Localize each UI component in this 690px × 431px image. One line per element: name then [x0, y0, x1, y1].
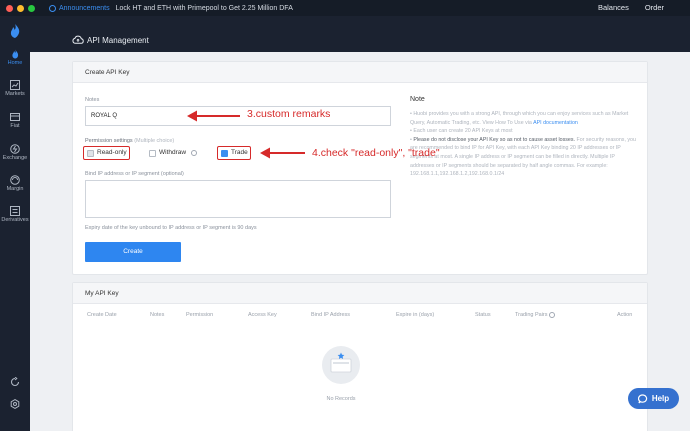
sidebar-item-label: Exchange: [2, 155, 28, 161]
note-body: • Huobi provides you with a strong API, …: [410, 110, 638, 179]
window-controls: [6, 4, 35, 12]
markets-icon: [10, 80, 20, 90]
arrow-left-icon: [260, 147, 305, 159]
my-api-key-card: My API Key Create Date Notes Permission …: [72, 282, 648, 431]
note-text: Each user can create 20 API Keys at most: [413, 128, 513, 135]
note-item: • Please do not disclose your API Key so…: [410, 136, 636, 178]
announcements-link[interactable]: Announcements: [59, 5, 110, 12]
bind-ip-input[interactable]: [85, 180, 391, 218]
read-only-highlight: [83, 146, 130, 160]
page-header: API Management: [30, 16, 690, 52]
home-icon: [12, 49, 19, 59]
announcement-icon: [49, 4, 56, 12]
column-header: Trading Pairs: [515, 312, 548, 318]
page-title: API Management: [87, 36, 149, 45]
create-api-key-card: Create API Key Notes ROYAL Q Permission …: [72, 61, 648, 275]
sidebar: Home Markets Fiat Exchange Margin Deriva…: [0, 16, 30, 431]
help-button[interactable]: Help: [628, 388, 679, 409]
column-header: Bind IP Address: [311, 312, 351, 318]
order-link[interactable]: Order: [645, 3, 664, 12]
withdraw-label[interactable]: Withdraw: [159, 149, 186, 156]
sidebar-item-margin[interactable]: Margin: [0, 175, 30, 192]
api-documentation-link[interactable]: API documentation: [533, 120, 578, 126]
note-item: • Each user can create 20 API Keys at mo…: [410, 128, 513, 135]
create-button[interactable]: Create: [85, 242, 181, 262]
note-warning: Please do not disclose your API Key so a…: [413, 136, 575, 143]
notes-label: Notes: [85, 97, 100, 103]
permission-label-text: Permission settings: [85, 138, 133, 144]
exchange-icon: [10, 144, 20, 154]
info-icon[interactable]: [191, 150, 197, 156]
main-content: Create API Key Notes ROYAL Q Permission …: [30, 52, 690, 431]
settings-button[interactable]: [0, 399, 30, 409]
column-header: Status: [475, 312, 491, 318]
permission-label: Permission settings (Multiple choice): [85, 138, 174, 144]
sidebar-item-label: Derivatives: [1, 217, 29, 223]
sidebar-item-label: Markets: [5, 91, 25, 97]
column-header: Notes: [150, 312, 165, 318]
column-header: Access Key: [248, 312, 277, 318]
arrow-left-icon: [187, 110, 240, 122]
check-annotation: 4.check "read-only", "trade": [312, 147, 440, 159]
announcement-text[interactable]: Lock HT and ETH with Primepool to Get 2.…: [116, 5, 293, 12]
empty-box-icon: [322, 346, 360, 384]
margin-icon: [10, 175, 20, 185]
sidebar-item-markets[interactable]: Markets: [0, 80, 30, 97]
sidebar-item-derivatives[interactable]: Derivatives: [0, 206, 30, 223]
derivatives-icon: [10, 206, 20, 216]
chat-icon: [637, 393, 647, 403]
note-title: Note: [410, 96, 425, 103]
sidebar-item-home[interactable]: Home: [0, 49, 30, 66]
balances-link[interactable]: Balances: [598, 3, 629, 12]
minimize-window-button[interactable]: [17, 4, 24, 12]
remarks-annotation: 3.custom remarks: [247, 108, 331, 120]
refresh-button[interactable]: [0, 377, 30, 387]
permission-hint: (Multiple choice): [134, 138, 175, 144]
column-header: Expire in (days): [396, 312, 435, 318]
trade-highlight: [217, 146, 251, 160]
expiry-hint: Expiry date of the key unbound to IP add…: [85, 225, 257, 231]
info-icon[interactable]: [549, 312, 555, 318]
sidebar-item-label: Margin: [6, 186, 24, 192]
sidebar-item-label: Home: [7, 60, 23, 66]
card-title: Create API Key: [73, 62, 647, 83]
withdraw-checkbox[interactable]: [149, 150, 156, 157]
sidebar-item-fiat[interactable]: Fiat: [0, 112, 30, 129]
column-header: Action: [617, 312, 633, 318]
table-header: Create Date Notes Permission Access Key …: [73, 312, 649, 322]
cloud-icon: [72, 35, 84, 44]
gear-icon: [10, 399, 20, 409]
note-text: Huobi provides you with a strong API, th…: [410, 111, 629, 126]
help-label: Help: [651, 394, 670, 403]
sidebar-item-exchange[interactable]: Exchange: [0, 144, 30, 161]
fiat-icon: [10, 113, 20, 121]
bind-ip-label: Bind IP address or IP segment (optional): [85, 171, 184, 177]
top-bar: Announcements Lock HT and ETH with Prime…: [0, 0, 690, 16]
huobi-logo-icon[interactable]: [9, 24, 21, 38]
close-window-button[interactable]: [6, 4, 13, 12]
empty-state-text: No Records: [326, 396, 356, 402]
refresh-icon: [10, 377, 20, 387]
sidebar-item-label: Fiat: [10, 123, 20, 129]
maximize-window-button[interactable]: [28, 4, 35, 12]
column-header: Permission: [186, 312, 214, 318]
column-header: Create Date: [87, 312, 117, 318]
card-title: My API Key: [73, 283, 647, 304]
note-item: • Huobi provides you with a strong API, …: [410, 111, 629, 126]
